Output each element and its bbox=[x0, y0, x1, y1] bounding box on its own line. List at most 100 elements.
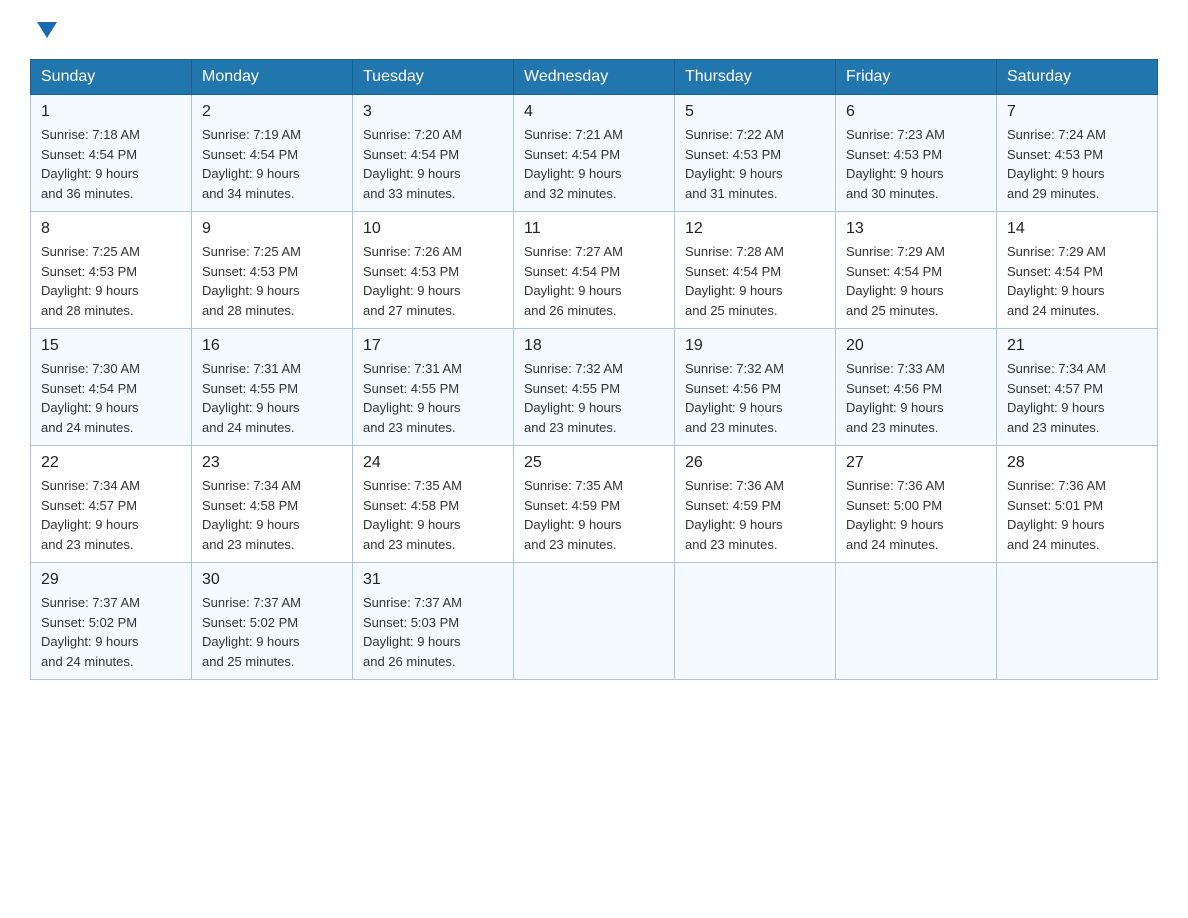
calendar-day-cell: 15 Sunrise: 7:30 AM Sunset: 4:54 PM Dayl… bbox=[31, 329, 192, 446]
day-number: 23 bbox=[202, 454, 342, 472]
day-info: Sunrise: 7:34 AM Sunset: 4:57 PM Dayligh… bbox=[1007, 359, 1147, 437]
calendar-day-cell: 28 Sunrise: 7:36 AM Sunset: 5:01 PM Dayl… bbox=[997, 446, 1158, 563]
day-info: Sunrise: 7:21 AM Sunset: 4:54 PM Dayligh… bbox=[524, 125, 664, 203]
day-info: Sunrise: 7:24 AM Sunset: 4:53 PM Dayligh… bbox=[1007, 125, 1147, 203]
day-info: Sunrise: 7:19 AM Sunset: 4:54 PM Dayligh… bbox=[202, 125, 342, 203]
day-info: Sunrise: 7:37 AM Sunset: 5:03 PM Dayligh… bbox=[363, 593, 503, 671]
calendar-day-cell: 30 Sunrise: 7:37 AM Sunset: 5:02 PM Dayl… bbox=[192, 563, 353, 680]
calendar-day-cell: 1 Sunrise: 7:18 AM Sunset: 4:54 PM Dayli… bbox=[31, 95, 192, 212]
calendar-day-cell: 17 Sunrise: 7:31 AM Sunset: 4:55 PM Dayl… bbox=[353, 329, 514, 446]
day-number: 22 bbox=[41, 454, 181, 472]
day-info: Sunrise: 7:36 AM Sunset: 5:01 PM Dayligh… bbox=[1007, 476, 1147, 554]
page-header bbox=[30, 20, 1158, 43]
calendar-day-cell: 10 Sunrise: 7:26 AM Sunset: 4:53 PM Dayl… bbox=[353, 212, 514, 329]
calendar-day-cell: 7 Sunrise: 7:24 AM Sunset: 4:53 PM Dayli… bbox=[997, 95, 1158, 212]
logo-arrow-icon bbox=[33, 16, 61, 49]
day-number: 7 bbox=[1007, 103, 1147, 121]
day-number: 10 bbox=[363, 220, 503, 238]
day-info: Sunrise: 7:33 AM Sunset: 4:56 PM Dayligh… bbox=[846, 359, 986, 437]
day-info: Sunrise: 7:25 AM Sunset: 4:53 PM Dayligh… bbox=[41, 242, 181, 320]
day-info: Sunrise: 7:29 AM Sunset: 4:54 PM Dayligh… bbox=[846, 242, 986, 320]
day-info: Sunrise: 7:27 AM Sunset: 4:54 PM Dayligh… bbox=[524, 242, 664, 320]
day-number: 29 bbox=[41, 571, 181, 589]
calendar-day-cell: 23 Sunrise: 7:34 AM Sunset: 4:58 PM Dayl… bbox=[192, 446, 353, 563]
day-number: 20 bbox=[846, 337, 986, 355]
weekday-header-thursday: Thursday bbox=[675, 60, 836, 95]
day-number: 1 bbox=[41, 103, 181, 121]
day-number: 3 bbox=[363, 103, 503, 121]
day-info: Sunrise: 7:26 AM Sunset: 4:53 PM Dayligh… bbox=[363, 242, 503, 320]
calendar-day-cell: 12 Sunrise: 7:28 AM Sunset: 4:54 PM Dayl… bbox=[675, 212, 836, 329]
day-number: 11 bbox=[524, 220, 664, 238]
calendar-day-cell bbox=[836, 563, 997, 680]
calendar-day-cell: 20 Sunrise: 7:33 AM Sunset: 4:56 PM Dayl… bbox=[836, 329, 997, 446]
day-info: Sunrise: 7:31 AM Sunset: 4:55 PM Dayligh… bbox=[202, 359, 342, 437]
day-info: Sunrise: 7:25 AM Sunset: 4:53 PM Dayligh… bbox=[202, 242, 342, 320]
day-info: Sunrise: 7:31 AM Sunset: 4:55 PM Dayligh… bbox=[363, 359, 503, 437]
day-info: Sunrise: 7:34 AM Sunset: 4:58 PM Dayligh… bbox=[202, 476, 342, 554]
calendar-day-cell: 5 Sunrise: 7:22 AM Sunset: 4:53 PM Dayli… bbox=[675, 95, 836, 212]
day-number: 19 bbox=[685, 337, 825, 355]
weekday-header-saturday: Saturday bbox=[997, 60, 1158, 95]
calendar-day-cell bbox=[675, 563, 836, 680]
logo bbox=[30, 20, 61, 43]
calendar-day-cell bbox=[514, 563, 675, 680]
day-info: Sunrise: 7:18 AM Sunset: 4:54 PM Dayligh… bbox=[41, 125, 181, 203]
day-info: Sunrise: 7:23 AM Sunset: 4:53 PM Dayligh… bbox=[846, 125, 986, 203]
calendar-day-cell: 24 Sunrise: 7:35 AM Sunset: 4:58 PM Dayl… bbox=[353, 446, 514, 563]
day-number: 25 bbox=[524, 454, 664, 472]
day-number: 2 bbox=[202, 103, 342, 121]
calendar-day-cell: 19 Sunrise: 7:32 AM Sunset: 4:56 PM Dayl… bbox=[675, 329, 836, 446]
day-info: Sunrise: 7:28 AM Sunset: 4:54 PM Dayligh… bbox=[685, 242, 825, 320]
calendar-day-cell: 26 Sunrise: 7:36 AM Sunset: 4:59 PM Dayl… bbox=[675, 446, 836, 563]
calendar-day-cell: 25 Sunrise: 7:35 AM Sunset: 4:59 PM Dayl… bbox=[514, 446, 675, 563]
day-info: Sunrise: 7:32 AM Sunset: 4:55 PM Dayligh… bbox=[524, 359, 664, 437]
day-number: 28 bbox=[1007, 454, 1147, 472]
calendar-day-cell: 11 Sunrise: 7:27 AM Sunset: 4:54 PM Dayl… bbox=[514, 212, 675, 329]
day-number: 30 bbox=[202, 571, 342, 589]
calendar-day-cell: 4 Sunrise: 7:21 AM Sunset: 4:54 PM Dayli… bbox=[514, 95, 675, 212]
weekday-header-wednesday: Wednesday bbox=[514, 60, 675, 95]
day-number: 4 bbox=[524, 103, 664, 121]
calendar-week-row: 8 Sunrise: 7:25 AM Sunset: 4:53 PM Dayli… bbox=[31, 212, 1158, 329]
calendar-day-cell: 22 Sunrise: 7:34 AM Sunset: 4:57 PM Dayl… bbox=[31, 446, 192, 563]
day-number: 17 bbox=[363, 337, 503, 355]
day-info: Sunrise: 7:30 AM Sunset: 4:54 PM Dayligh… bbox=[41, 359, 181, 437]
day-number: 24 bbox=[363, 454, 503, 472]
calendar-header-row: SundayMondayTuesdayWednesdayThursdayFrid… bbox=[31, 60, 1158, 95]
calendar-day-cell: 13 Sunrise: 7:29 AM Sunset: 4:54 PM Dayl… bbox=[836, 212, 997, 329]
calendar-day-cell bbox=[997, 563, 1158, 680]
calendar-day-cell: 21 Sunrise: 7:34 AM Sunset: 4:57 PM Dayl… bbox=[997, 329, 1158, 446]
day-number: 16 bbox=[202, 337, 342, 355]
day-number: 8 bbox=[41, 220, 181, 238]
day-number: 15 bbox=[41, 337, 181, 355]
day-number: 5 bbox=[685, 103, 825, 121]
day-number: 14 bbox=[1007, 220, 1147, 238]
day-number: 31 bbox=[363, 571, 503, 589]
day-info: Sunrise: 7:20 AM Sunset: 4:54 PM Dayligh… bbox=[363, 125, 503, 203]
day-number: 18 bbox=[524, 337, 664, 355]
calendar-week-row: 1 Sunrise: 7:18 AM Sunset: 4:54 PM Dayli… bbox=[31, 95, 1158, 212]
day-number: 27 bbox=[846, 454, 986, 472]
calendar-table: SundayMondayTuesdayWednesdayThursdayFrid… bbox=[30, 59, 1158, 680]
day-number: 12 bbox=[685, 220, 825, 238]
day-number: 21 bbox=[1007, 337, 1147, 355]
calendar-day-cell: 16 Sunrise: 7:31 AM Sunset: 4:55 PM Dayl… bbox=[192, 329, 353, 446]
day-info: Sunrise: 7:37 AM Sunset: 5:02 PM Dayligh… bbox=[202, 593, 342, 671]
calendar-day-cell: 27 Sunrise: 7:36 AM Sunset: 5:00 PM Dayl… bbox=[836, 446, 997, 563]
weekday-header-monday: Monday bbox=[192, 60, 353, 95]
day-info: Sunrise: 7:35 AM Sunset: 4:58 PM Dayligh… bbox=[363, 476, 503, 554]
day-info: Sunrise: 7:37 AM Sunset: 5:02 PM Dayligh… bbox=[41, 593, 181, 671]
weekday-header-friday: Friday bbox=[836, 60, 997, 95]
day-info: Sunrise: 7:32 AM Sunset: 4:56 PM Dayligh… bbox=[685, 359, 825, 437]
weekday-header-tuesday: Tuesday bbox=[353, 60, 514, 95]
day-number: 9 bbox=[202, 220, 342, 238]
day-number: 26 bbox=[685, 454, 825, 472]
calendar-day-cell: 29 Sunrise: 7:37 AM Sunset: 5:02 PM Dayl… bbox=[31, 563, 192, 680]
calendar-day-cell: 9 Sunrise: 7:25 AM Sunset: 4:53 PM Dayli… bbox=[192, 212, 353, 329]
weekday-header-sunday: Sunday bbox=[31, 60, 192, 95]
calendar-week-row: 22 Sunrise: 7:34 AM Sunset: 4:57 PM Dayl… bbox=[31, 446, 1158, 563]
day-info: Sunrise: 7:29 AM Sunset: 4:54 PM Dayligh… bbox=[1007, 242, 1147, 320]
calendar-day-cell: 8 Sunrise: 7:25 AM Sunset: 4:53 PM Dayli… bbox=[31, 212, 192, 329]
day-info: Sunrise: 7:34 AM Sunset: 4:57 PM Dayligh… bbox=[41, 476, 181, 554]
